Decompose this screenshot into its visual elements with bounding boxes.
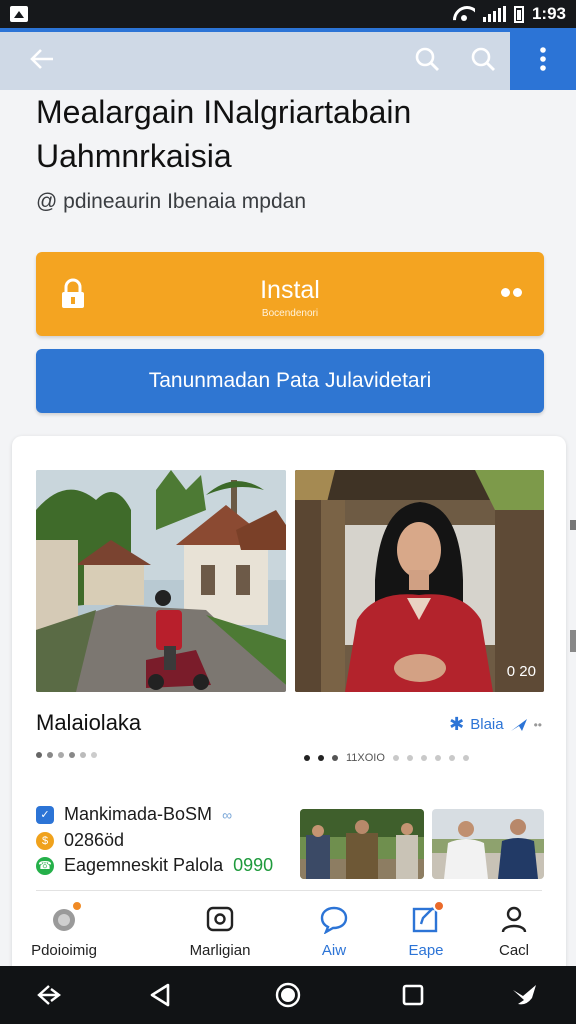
arrow-left-icon bbox=[30, 49, 53, 69]
home-nav-button[interactable] bbox=[271, 978, 305, 1012]
people-photo-thumbnail[interactable] bbox=[432, 809, 544, 879]
tab-camera-label: Marligian bbox=[189, 942, 251, 959]
page-subtitle: @ pdineaurin Ibenaia mpdan bbox=[36, 190, 307, 213]
install-label: Instal bbox=[260, 276, 320, 304]
group-photo-thumbnail[interactable] bbox=[300, 809, 424, 879]
edit-icon bbox=[411, 900, 445, 934]
video-duration: 0 20 bbox=[506, 663, 536, 680]
video-thumbnail[interactable]: 0 20 bbox=[295, 470, 544, 692]
search-icon bbox=[415, 47, 439, 71]
section-title: Malaiolaka bbox=[36, 710, 142, 735]
contact-highlight: 0990 bbox=[233, 855, 274, 875]
rating-dots bbox=[36, 752, 97, 758]
install-button[interactable]: Instal Bocendenori bbox=[36, 252, 544, 336]
send-icon bbox=[510, 718, 527, 731]
triangle-back-icon bbox=[150, 983, 170, 1007]
status-bar: 1:93 bbox=[0, 0, 576, 28]
scroll-edge-marker bbox=[570, 520, 576, 530]
carousel-pager[interactable]: 11XOIO bbox=[304, 752, 469, 764]
person-icon bbox=[499, 904, 529, 934]
app-bar bbox=[0, 28, 576, 90]
rotate-button[interactable] bbox=[32, 978, 66, 1012]
signal-icon bbox=[482, 6, 506, 22]
camera-icon bbox=[205, 904, 235, 934]
more-horiz-icon[interactable] bbox=[501, 288, 522, 297]
search-button-secondary[interactable] bbox=[464, 40, 504, 78]
notification-badge bbox=[71, 900, 83, 912]
tab-profile-label: Cacl bbox=[498, 942, 529, 959]
info-row-count: $ 0286öd bbox=[36, 830, 124, 851]
scroll-edge-marker bbox=[570, 630, 576, 652]
tab-chat-label: Aiw bbox=[321, 942, 347, 959]
circle-home-icon bbox=[275, 982, 301, 1008]
star-icon: ✱ bbox=[449, 714, 465, 734]
glasses-icon: ∞ bbox=[222, 806, 233, 823]
wifi-icon bbox=[453, 6, 475, 22]
share-label: Blaia bbox=[470, 716, 504, 733]
share-button[interactable]: ✱ Blaia •• bbox=[449, 714, 542, 735]
more-vert-icon bbox=[540, 47, 546, 71]
notification-icon bbox=[10, 6, 28, 22]
status-time: 1:93 bbox=[531, 4, 566, 23]
notification-badge bbox=[433, 900, 445, 912]
tab-chat[interactable]: Aiw bbox=[282, 900, 386, 962]
page-title: Mealargain INalgriartabain Uahmnrkaisia bbox=[36, 94, 412, 174]
home-icon bbox=[49, 900, 83, 934]
village-photo[interactable] bbox=[36, 470, 286, 692]
secondary-action-button[interactable]: Tanunmadan Pata Julavidetari bbox=[36, 349, 544, 413]
overflow-menu-button[interactable] bbox=[510, 28, 576, 90]
search-icon bbox=[471, 47, 495, 71]
tab-home[interactable]: Pdoioimig bbox=[12, 900, 116, 962]
bottom-nav: Pdoioimig Marligian Aiw Eape Cacl bbox=[12, 894, 566, 966]
tab-profile[interactable]: Cacl bbox=[462, 900, 566, 962]
count-value: 0286öd bbox=[64, 830, 125, 850]
channel-name: Mankimada-BoSM bbox=[64, 804, 213, 824]
battery-icon bbox=[513, 5, 524, 23]
tab-home-label: Pdoioimig bbox=[31, 942, 97, 959]
system-nav-bar bbox=[0, 966, 576, 1024]
back-nav-button[interactable] bbox=[143, 978, 177, 1012]
whatsapp-icon: ☎ bbox=[36, 856, 54, 875]
card-divider bbox=[36, 890, 542, 891]
recents-nav-button[interactable] bbox=[396, 978, 430, 1012]
square-recents-icon bbox=[402, 984, 424, 1006]
chat-icon bbox=[319, 904, 349, 935]
assistant-button[interactable] bbox=[508, 978, 542, 1012]
install-sublabel: Bocendenori bbox=[261, 308, 319, 319]
verified-icon: ✓ bbox=[36, 805, 54, 824]
pager-label: 11XOIO bbox=[346, 752, 385, 764]
coin-icon: $ bbox=[36, 831, 54, 850]
tab-camera[interactable]: Marligian bbox=[168, 900, 272, 962]
bird-icon bbox=[513, 985, 536, 1005]
more-horiz-icon: •• bbox=[533, 717, 542, 732]
contact-text: Eagemneskit Palola bbox=[64, 855, 224, 875]
search-button[interactable] bbox=[408, 40, 448, 78]
back-button[interactable] bbox=[22, 40, 62, 78]
info-row-channel[interactable]: ✓ Mankimada-BoSM ∞ bbox=[36, 804, 232, 825]
rotate-icon bbox=[37, 985, 61, 1005]
info-row-contact[interactable]: ☎ Eagemneskit Palola 0990 bbox=[36, 855, 273, 876]
